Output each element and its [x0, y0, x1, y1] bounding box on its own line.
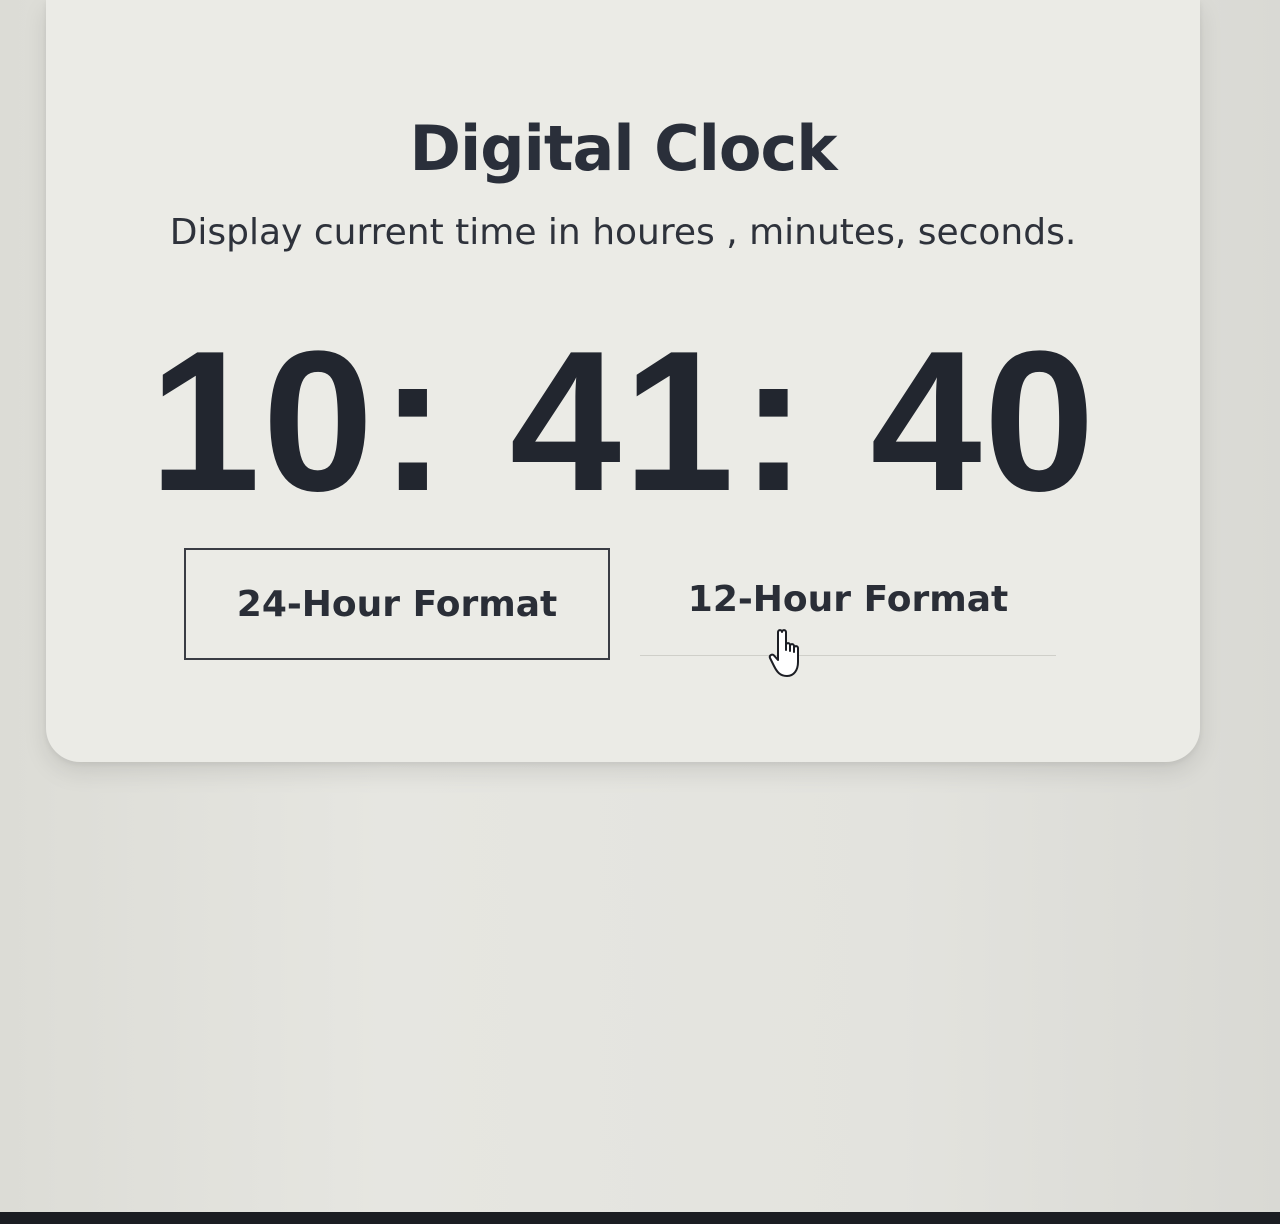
clock-hours: 10: [149, 310, 376, 533]
clock-card: Digital Clock Display current time in ho…: [46, 0, 1200, 762]
page: Digital Clock Display current time in ho…: [0, 0, 1280, 1224]
clock-separator: :: [379, 310, 449, 533]
page-title: Digital Clock: [409, 112, 838, 185]
clock-display: 10: 41: 40: [46, 322, 1200, 522]
clock-seconds: 40: [870, 310, 1097, 533]
clock-separator: :: [740, 310, 809, 533]
bottom-bezel: [0, 1212, 1280, 1224]
hand-pointer-icon: [768, 629, 799, 677]
clock-minutes: 41: [509, 310, 737, 533]
format-12-hour-button[interactable]: 12-Hour Format: [640, 544, 1056, 656]
format-24-hour-button[interactable]: 24-Hour Format: [184, 548, 610, 660]
page-subtitle: Display current time in houres , minutes…: [169, 212, 1077, 253]
